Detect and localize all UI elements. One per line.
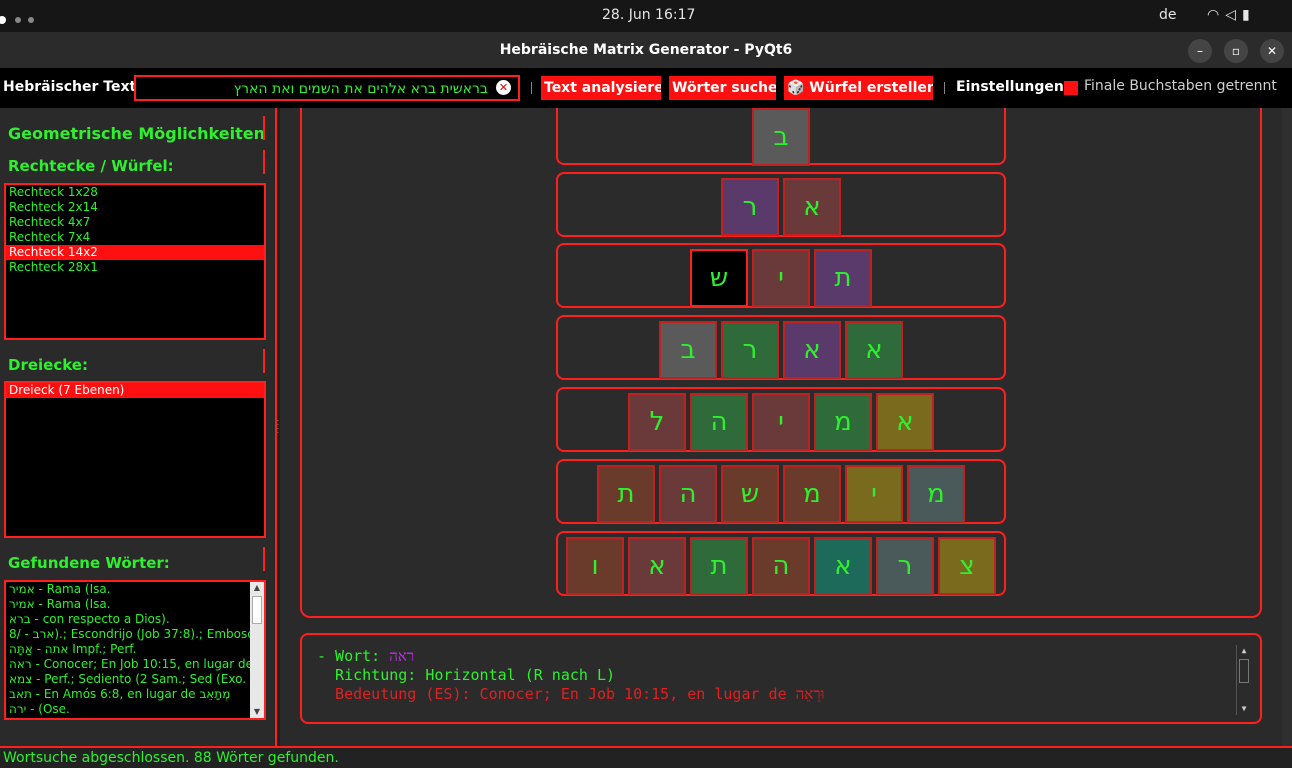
main-scrollbar[interactable] <box>1282 108 1292 746</box>
letter-cell[interactable]: ה <box>659 465 717 523</box>
letter-cell[interactable]: ר <box>876 537 934 595</box>
meaning-line: Bedeutung (ES): Conocer; En Job 10:15, e… <box>317 685 825 703</box>
word-details-panel: - Wort: ראה Richtung: Horizontal (R nach… <box>300 633 1262 724</box>
scroll-down-icon[interactable]: ▼ <box>250 706 264 718</box>
words-scrollbar[interactable]: ▲ ▼ <box>250 582 264 718</box>
toolbar-separator <box>531 82 532 94</box>
panel-separator <box>263 116 265 140</box>
analyze-text-button[interactable]: Text analysieren <box>541 76 661 100</box>
matrix-row <box>556 315 1006 380</box>
panel-separator <box>263 547 265 571</box>
list-item[interactable]: אתה - אַתָּה Impf.; Perf. <box>6 642 264 657</box>
list-item[interactable]: Rechteck 28x1 <box>6 260 264 275</box>
list-item[interactable]: אמיר - Rama (Isa. <box>6 597 264 612</box>
letter-cell[interactable]: ש <box>721 465 779 523</box>
create-cube-button[interactable]: 🎲 Würfel erstellen... <box>784 76 933 100</box>
list-item[interactable]: Rechteck 14x2 <box>6 245 264 260</box>
word-prefix: - Wort: <box>317 647 390 665</box>
hebrew-text-input[interactable]: בראשית ברא אלהים את השמים ואת הארץ <box>134 75 520 101</box>
scroll-thumb[interactable] <box>252 596 262 624</box>
letter-cell[interactable]: א <box>628 537 686 595</box>
list-item[interactable]: Rechteck 1x28 <box>6 185 264 200</box>
battery-icon: ▮ <box>1242 7 1256 23</box>
list-item[interactable]: ברא - con respecto a Dios). <box>6 612 264 627</box>
panel-separator <box>263 349 265 373</box>
status-bar: Wortsuche abgeschlossen. 88 Wörter gefun… <box>0 746 1292 768</box>
list-item[interactable]: תאב - En Amós 6:8, en lugar de מְתָאֵב <box>6 687 264 702</box>
list-item[interactable]: Rechteck 4x7 <box>6 215 264 230</box>
letter-cell[interactable]: א <box>783 321 841 379</box>
settings-label: Einstellungen: <box>956 79 1070 95</box>
search-words-button[interactable]: Wörter suchen <box>669 76 776 100</box>
letter-cell[interactable]: ה <box>690 393 748 451</box>
scroll-up-icon[interactable]: ▲ <box>250 582 264 594</box>
details-scrollbar[interactable]: ▲ ▼ <box>1236 645 1250 715</box>
triangles-list[interactable]: Dreieck (7 Ebenen) <box>4 381 266 538</box>
letter-cell[interactable]: מ <box>814 393 872 451</box>
letter-cell[interactable]: י <box>845 465 903 523</box>
letter-cell[interactable]: צ <box>938 537 996 595</box>
letter-cell[interactable]: י <box>752 393 810 451</box>
toolbar-separator <box>944 82 945 94</box>
list-item[interactable]: Rechteck 7x4 <box>6 230 264 245</box>
found-words-list[interactable]: אמיר - Rama (Isa. אמיר - Rama (Isa. ברא - … <box>4 580 266 720</box>
letter-cell[interactable]: א <box>783 178 841 236</box>
scroll-up-icon[interactable]: ▲ <box>1237 645 1251 657</box>
letter-cell[interactable]: ת <box>690 537 748 595</box>
rectangles-list[interactable]: Rechteck 1x28 Rechteck 2x14 Rechteck 4x7 Re… <box>4 183 266 340</box>
letter-cell[interactable]: ו <box>566 537 624 595</box>
final-letters-checkbox[interactable] <box>1064 81 1078 95</box>
window-titlebar: Hebräische Matrix Generator - PyQt6 – ▫ … <box>0 32 1292 68</box>
letter-cell[interactable]: ב <box>752 108 810 166</box>
letter-cell[interactable]: ל <box>628 393 686 451</box>
maximize-button[interactable]: ▫ <box>1224 39 1248 63</box>
minimize-button[interactable]: – <box>1188 39 1212 63</box>
letter-cell[interactable]: ב <box>659 321 717 379</box>
letter-cell[interactable]: י <box>752 249 810 307</box>
letter-cell[interactable]: ת <box>597 465 655 523</box>
geometric-options-title: Geometrische Möglichkeiten <box>8 124 265 143</box>
scroll-thumb[interactable] <box>1239 659 1249 683</box>
final-letters-label[interactable]: Finale Buchstaben getrennt <box>1084 78 1277 94</box>
list-item[interactable]: ירה - (Ose. <box>6 702 264 717</box>
scroll-down-icon[interactable]: ▼ <box>1237 703 1251 715</box>
keyboard-layout-indicator[interactable]: de <box>1159 7 1177 23</box>
letter-cell[interactable]: ר <box>721 178 779 236</box>
letter-cell[interactable]: מ <box>907 465 965 523</box>
list-item[interactable]: ראה - Conocer; En Job 10:15, en lugar de <box>6 657 264 672</box>
list-item[interactable]: Dreieck (7 Ebenen) <box>6 383 264 398</box>
letter-cell[interactable]: ר <box>721 321 779 379</box>
system-top-bar: 28. Jun 16:17 de ◠◁▮ <box>0 0 1292 32</box>
matrix-row <box>556 172 1006 237</box>
wifi-icon: ◠ <box>1207 7 1226 23</box>
clear-icon[interactable]: ✕ <box>496 80 511 95</box>
word-value: ראה <box>389 647 415 665</box>
volume-icon: ◁ <box>1225 7 1242 23</box>
letter-cell[interactable]: מ <box>783 465 841 523</box>
letter-cell[interactable]: ש <box>690 249 748 307</box>
close-button[interactable]: ✕ <box>1260 39 1284 63</box>
workspace-indicator[interactable] <box>0 11 41 27</box>
direction-line: Richtung: Horizontal (R nach L) <box>317 666 616 684</box>
list-item[interactable]: Rechteck 2x14 <box>6 200 264 215</box>
letter-cell[interactable]: א <box>845 321 903 379</box>
letter-cell[interactable]: א <box>876 393 934 451</box>
list-item[interactable]: צמא - Perf.; Sediento (2 Sam.; Sed (Exo. <box>6 672 264 687</box>
word-line: - Wort: ראה <box>317 647 414 666</box>
list-item[interactable]: אמיר - Rama (Isa. <box>6 582 264 597</box>
panel-separator <box>263 150 265 174</box>
triangles-title: Dreiecke: <box>8 356 88 374</box>
system-clock[interactable]: 28. Jun 16:17 <box>602 7 695 23</box>
rectangles-title: Rechtecke / Würfel: <box>8 157 174 175</box>
letter-cell[interactable]: ת <box>814 249 872 307</box>
found-words-title: Gefundene Wörter: <box>8 554 170 572</box>
system-tray[interactable]: ◠◁▮ <box>1207 7 1256 23</box>
letter-cell[interactable]: א <box>814 537 872 595</box>
window-title: Hebräische Matrix Generator - PyQt6 <box>499 42 793 58</box>
letter-cell[interactable]: ה <box>752 537 810 595</box>
hebrew-text-label: Hebräischer Text: <box>3 79 142 95</box>
list-item[interactable]: 8/ - ארב).; Escondrijo (Job 37:8).; Embo… <box>6 627 264 642</box>
